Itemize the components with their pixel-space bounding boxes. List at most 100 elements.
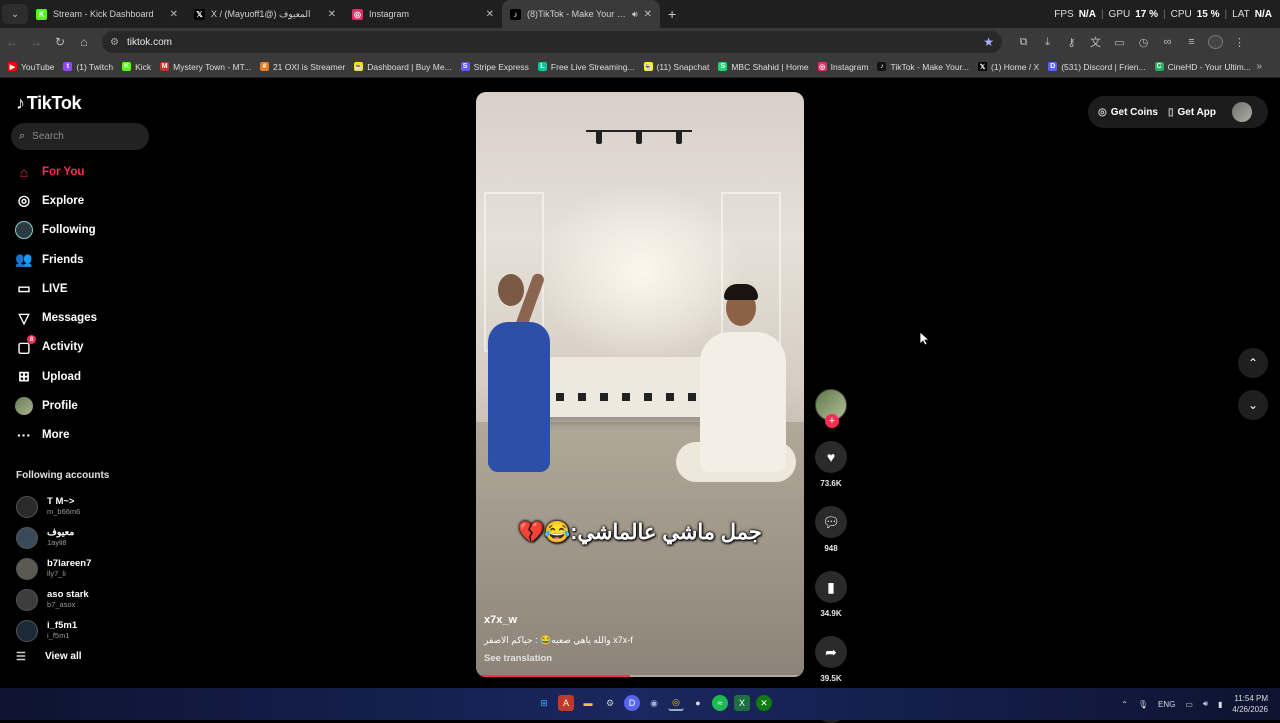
tray-overflow-icon[interactable]: ⌃ — [1121, 700, 1128, 709]
tab-close-icon[interactable]: ✕ — [328, 9, 336, 20]
user-avatar[interactable] — [1232, 102, 1252, 122]
translate-icon[interactable]: 文 — [1088, 34, 1103, 50]
obs-icon[interactable]: ● — [690, 695, 706, 711]
following-account-item[interactable]: معيوف 1ayli8 — [16, 522, 156, 553]
network-icon[interactable]: ▭ — [1185, 700, 1193, 709]
bookmark-item[interactable]: K Kick — [122, 62, 151, 72]
sidebar-item-profile[interactable]: Profile — [14, 391, 154, 420]
settings-icon[interactable]: ⚙ — [602, 695, 618, 711]
tab-close-icon[interactable]: ✕ — [486, 9, 494, 20]
following-account-item[interactable]: b7lareen7 lly7_li — [16, 553, 156, 584]
profile-avatar[interactable] — [1208, 35, 1223, 49]
creator-avatar[interactable]: + — [815, 389, 847, 428]
following-account-item[interactable]: aso stark b7_asox — [16, 584, 156, 615]
xbox-icon[interactable]: ✕ — [756, 695, 772, 711]
video-username[interactable]: x7x_w — [484, 614, 517, 626]
omnibox[interactable]: ⚙ tiktok.com ★ — [102, 31, 1002, 53]
bookmark-item[interactable]: ☕ Dashboard | Buy Me... — [354, 62, 452, 72]
app-red-icon[interactable]: A — [558, 695, 574, 711]
search-box[interactable]: ⌕ — [11, 123, 149, 150]
bookmark-label: TikTok - Make Your... — [890, 61, 970, 72]
sidebar-item-following[interactable]: Following — [14, 216, 154, 245]
new-tab-button[interactable]: + — [668, 6, 676, 22]
clock[interactable]: 11:54 PM 4/26/2026 — [1232, 693, 1268, 715]
following-account-item[interactable]: i_f5m1 i_f5m1 — [16, 615, 156, 646]
back-icon[interactable]: ← — [0, 35, 24, 49]
bookmark-item[interactable]: 👻 (11) Snapchat — [643, 62, 709, 72]
browser-tab[interactable]: ◎ Instagram ✕ — [344, 0, 502, 28]
view-all-button[interactable]: ☰ View all — [16, 650, 82, 663]
bookmark-item[interactable]: D (531) Discord | Frien... — [1048, 62, 1146, 72]
sidebar-item-live[interactable]: ▭ LIVE — [14, 274, 154, 303]
like-button[interactable]: ♥ — [815, 441, 847, 473]
phone-icon: ▯ — [1167, 106, 1174, 118]
steam-icon[interactable]: ◉ — [646, 695, 662, 711]
volume-icon[interactable]: 🔊︎ — [1203, 699, 1208, 709]
bookmark-item[interactable]: S MBC Shahid | Home — [718, 62, 809, 72]
microphone-icon[interactable]: 🎙︎ — [1138, 700, 1148, 709]
discord-icon[interactable]: D — [624, 695, 640, 711]
see-translation-link[interactable]: See translation — [484, 653, 552, 664]
sidebar-item-activity[interactable]: ▢ 8 Activity — [14, 333, 154, 362]
sidebar-item-for-you[interactable]: ⌂ For You — [14, 157, 154, 186]
bookmark-favicon-icon: K — [122, 62, 132, 71]
media-control-icon[interactable]: ≡ — [1184, 36, 1199, 48]
file-explorer-icon[interactable]: ▬ — [580, 695, 596, 711]
browser-tab[interactable]: ♪ (8)TikTok - Make Your Day 🔊︎ ✕ — [502, 0, 660, 28]
home-icon[interactable]: ⌂ — [72, 35, 96, 49]
bookmark-star-icon[interactable]: ★ — [983, 35, 994, 49]
video-progress-bar[interactable] — [476, 675, 804, 677]
bookmark-item[interactable]: 𝕏 (1) Home / X — [978, 62, 1039, 72]
sidebar-item-explore[interactable]: ◎ Explore — [14, 186, 154, 215]
browser-tab[interactable]: K Stream - Kick Dashboard ✕ — [28, 0, 186, 28]
tiktok-logo[interactable]: ♪ TikTok — [16, 93, 82, 114]
excel-icon[interactable]: X — [734, 695, 750, 711]
menu-icon[interactable]: ⋮ — [1232, 36, 1247, 49]
sidebar-item-more[interactable]: ··· More — [14, 421, 154, 450]
link-icon[interactable]: ∞ — [1160, 36, 1175, 48]
sidebar-item-messages[interactable]: ▽ Messages — [14, 303, 154, 332]
previous-video-button[interactable]: ⌃ — [1238, 348, 1268, 378]
comment-button[interactable]: 💬︎ — [815, 506, 847, 538]
gpu-value: 17 % — [1135, 8, 1159, 20]
video-player[interactable]: جمل ماشي عالماشي:😂💔 x7x_w x7x-f والله يا… — [476, 92, 804, 677]
bookmark-item[interactable]: t (1) Twitch — [63, 62, 113, 72]
wallet-icon[interactable]: ▭ — [1112, 36, 1127, 49]
bookmark-item[interactable]: S Stripe Express — [460, 62, 529, 72]
get-app-button[interactable]: ▯ Get App — [1168, 107, 1216, 118]
next-video-button[interactable]: ⌄ — [1238, 390, 1268, 420]
bookmarks-overflow-icon[interactable]: » — [1256, 61, 1262, 72]
save-button[interactable]: ▮ — [815, 571, 847, 603]
battery-icon[interactable]: ▮ — [1218, 700, 1222, 709]
reload-icon[interactable]: ↻ — [48, 35, 72, 49]
share-button[interactable]: ➦ — [815, 636, 847, 668]
history-icon[interactable]: ◷ — [1136, 36, 1151, 49]
bookmark-item[interactable]: M Mystery Town - MT... — [160, 62, 251, 72]
search-input[interactable] — [32, 131, 133, 142]
forward-icon[interactable]: → — [24, 35, 48, 49]
language-indicator[interactable]: ENG — [1158, 700, 1175, 709]
tab-close-icon[interactable]: ✕ — [644, 9, 652, 20]
extensions-icon[interactable]: ⧉ — [1016, 36, 1031, 49]
tab-close-icon[interactable]: ✕ — [170, 9, 178, 20]
bookmark-item[interactable]: ♪ TikTok - Make Your... — [877, 62, 969, 72]
tab-audio-icon[interactable]: 🔊︎ — [632, 9, 638, 20]
bookmark-item[interactable]: ▶ YouTube — [8, 62, 54, 72]
chrome-icon[interactable]: ◎ — [668, 695, 684, 711]
key-icon[interactable]: ⚷ — [1064, 36, 1079, 49]
tab-search-button[interactable]: ⌄ — [2, 4, 28, 24]
site-info-icon[interactable]: ⚙ — [110, 37, 119, 48]
follow-plus-icon[interactable]: + — [825, 414, 839, 428]
bookmark-item[interactable]: #21 OXI is Streamer — [259, 62, 345, 72]
download-icon[interactable]: ⤓ — [1040, 36, 1055, 49]
get-coins-button[interactable]: ◎ Get Coins — [1098, 107, 1158, 118]
sidebar-item-upload[interactable]: ⊞ Upload — [14, 362, 154, 391]
following-account-item[interactable]: T M~> m_b66m6 — [16, 491, 156, 522]
windows-start-icon[interactable]: ⊞ — [536, 695, 552, 711]
spotify-icon[interactable]: ≈ — [712, 695, 728, 711]
bookmark-item[interactable]: ◎ Instagram — [817, 62, 868, 72]
bookmark-item[interactable]: C CineHD - Your Ultim... — [1154, 62, 1251, 72]
sidebar-item-friends[interactable]: 👥 Friends — [14, 245, 154, 274]
browser-tab[interactable]: 𝕏 X / (Mayuoff1@) المعيوف ✕ — [186, 0, 344, 28]
bookmark-item[interactable]: L Free Live Streaming... — [537, 62, 635, 72]
